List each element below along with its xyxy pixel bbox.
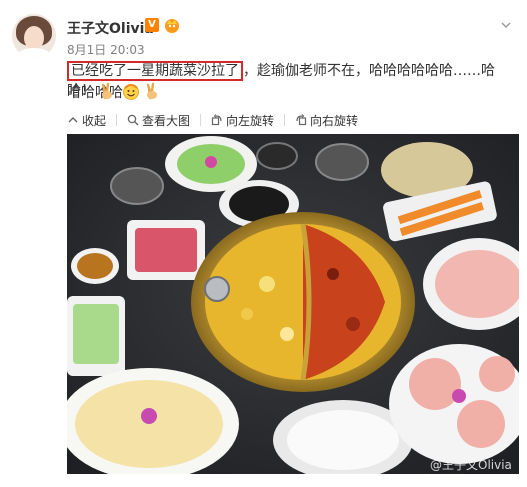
image-toolbar: 收起 查看大图 向左旋转 向右旋转 — [67, 110, 368, 130]
collapse-icon — [68, 117, 78, 123]
avatar-face — [24, 26, 44, 50]
image-watermark: @王子文Olivia — [430, 458, 512, 472]
post-photo-hotpot[interactable] — [67, 134, 519, 474]
view-large-label: 查看大图 — [142, 113, 191, 128]
avatar[interactable] — [12, 14, 56, 58]
rotate-right-icon — [296, 114, 307, 126]
rotate-left-button[interactable]: 向左旋转 — [201, 112, 284, 129]
chevron-down-icon[interactable] — [499, 18, 513, 32]
member-crown-icon[interactable] — [163, 16, 181, 34]
rotate-left-label: 向左旋转 — [226, 113, 275, 128]
collapse-button[interactable]: 收起 — [67, 112, 116, 129]
rotate-right-label: 向右旋转 — [310, 113, 359, 128]
username[interactable]: 王子文Olivia — [67, 18, 154, 38]
view-large-button[interactable]: 查看大图 — [117, 112, 200, 129]
yeah-emoji-icon — [102, 82, 113, 100]
post-content-line2: 哈！ — [67, 80, 162, 102]
avatar-body — [18, 48, 50, 58]
search-icon — [127, 114, 139, 126]
rotate-right-button[interactable]: 向右旋转 — [285, 112, 368, 129]
verified-badge-icon: V — [145, 18, 159, 32]
post-text-end: 哈！ — [67, 83, 95, 99]
rotate-left-icon — [211, 114, 222, 126]
collapse-label: 收起 — [82, 113, 107, 128]
happy-emoji-icon — [123, 84, 139, 100]
yeah-emoji-icon — [147, 82, 158, 100]
highlighted-text: 已经吃了一星期蔬菜沙拉了 — [67, 61, 243, 81]
post-timestamp[interactable]: 8月1日 20:03 — [67, 41, 145, 58]
